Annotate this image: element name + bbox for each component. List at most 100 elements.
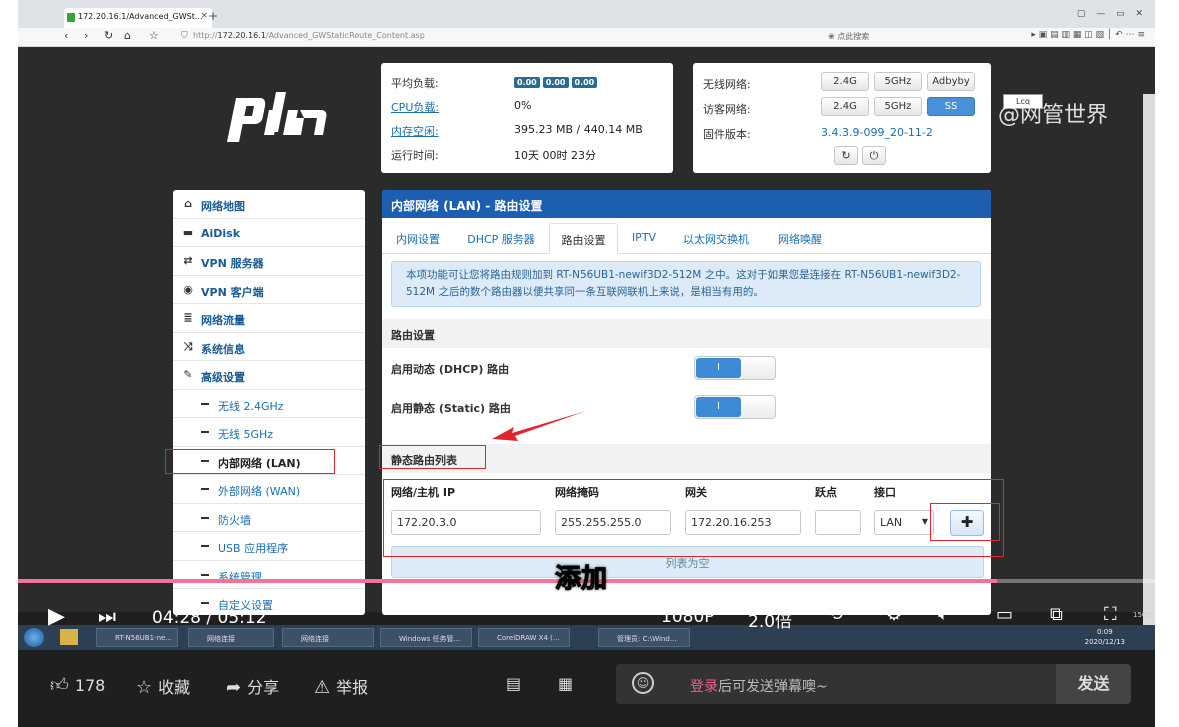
loop-icon[interactable]: ⟲ xyxy=(828,604,843,625)
clock-time: 0:09 xyxy=(1096,628,1113,636)
reload-icon[interactable]: ↻ xyxy=(104,29,113,42)
home-icon[interactable]: ⌂ xyxy=(124,29,131,42)
sidebar-item-traffic[interactable]: ≣ 网络流量 xyxy=(173,304,365,333)
tab-lan[interactable]: 内网设置 xyxy=(386,223,450,254)
highlight-box-add xyxy=(930,503,1000,541)
load-5min: 0.00 xyxy=(542,77,569,88)
wifi-24g-button[interactable]: 2.4G xyxy=(821,72,869,91)
firmware-label: 固件版本: xyxy=(703,128,751,141)
back-icon[interactable]: ‹ xyxy=(64,29,68,42)
taskbar-item-network1[interactable]: 网络连接 xyxy=(188,628,274,647)
sidebar-item-aidisk[interactable]: ▬ AiDisk xyxy=(173,219,365,247)
web-fullscreen-icon[interactable]: ⧉ xyxy=(1050,604,1063,625)
warning-icon: ⚠ xyxy=(314,677,331,698)
load-15min: 0.00 xyxy=(571,77,598,88)
volume-icon[interactable]: 🔈︎ xyxy=(938,604,949,625)
guest-5g-button[interactable]: 5GHz xyxy=(874,97,922,116)
firmware-value[interactable]: 3.4.3.9-099_20-11-2 xyxy=(821,126,933,139)
close-tab-icon[interactable]: × xyxy=(200,11,208,21)
dhcp-route-label: 启用动态 (DHCP) 路由 xyxy=(391,363,510,376)
danmaku-settings-icon[interactable]: ▦ xyxy=(558,674,573,693)
widescreen-icon[interactable]: ▭ xyxy=(996,604,1013,625)
sidebar-item-advanced[interactable]: ✎ 高级设置 xyxy=(173,361,365,390)
start-button[interactable] xyxy=(24,628,44,647)
danmaku-toggle-icon[interactable]: ▤ xyxy=(506,674,521,693)
taskbar-item-network2[interactable]: 网络连接 xyxy=(282,628,374,647)
browser-tab[interactable]: 172.20.16.1/Advanced_GWSt... × xyxy=(64,8,212,28)
fullscreen-icon[interactable]: ⛶ xyxy=(1104,604,1117,625)
cpu-link[interactable]: CPU负载: xyxy=(391,99,439,115)
play-icon[interactable]: ▶ xyxy=(48,604,65,629)
guest-24g-button[interactable]: 2.4G xyxy=(821,97,869,116)
thumbs-up-icon: 👍︎ xyxy=(50,675,69,696)
refresh-icon[interactable]: ↻ xyxy=(834,146,858,165)
danmaku-hint: 后可发送弹幕噢~ xyxy=(718,679,828,695)
share-button[interactable]: ➦ 分享 xyxy=(226,674,279,698)
like-count: 178 xyxy=(74,676,106,695)
tab-routing[interactable]: 路由设置 xyxy=(549,223,618,254)
report-button[interactable]: ⚠ 举报 xyxy=(314,674,368,698)
favorite-button[interactable]: ☆ 收藏 xyxy=(136,674,190,698)
wifi-5g-button[interactable]: 5GHz xyxy=(874,72,922,91)
taskbar-item-coreldraw[interactable]: CorelDRAW X4 (... xyxy=(478,628,570,647)
explorer-icon[interactable] xyxy=(60,629,78,645)
url-field[interactable]: http://172.20.16.1/Advanced_GWStaticRout… xyxy=(193,31,425,40)
globe-icon: ◉ xyxy=(183,282,193,296)
memory-link[interactable]: 内存空闲: xyxy=(391,123,439,139)
sidebar-sub-label: 防火墙 xyxy=(218,513,251,527)
sidebar-sub-wifi24[interactable]: 无线 2.4GHz xyxy=(173,390,365,418)
send-button[interactable]: 发送 xyxy=(1056,664,1131,704)
taskbar-item-browser[interactable]: RT-N56UB1-ne... xyxy=(96,628,178,647)
new-tab-icon[interactable]: + xyxy=(208,9,218,23)
sidebar-sub-usb[interactable]: USB 应用程序 xyxy=(173,532,365,561)
highlight-box-route-row xyxy=(383,479,1004,557)
highlight-box-static-list xyxy=(379,445,486,469)
time-sep: / xyxy=(206,608,213,628)
padavan-logo xyxy=(227,92,327,142)
forward-icon[interactable]: › xyxy=(84,29,88,42)
login-link[interactable]: 登录 xyxy=(690,679,718,695)
ss-button[interactable]: SS xyxy=(927,97,975,116)
sidebar-menu: ⌂ 网络地图 ▬ AiDisk ⇄ VPN 服务器 ◉ VPN 客户端 ≣ 网络流量 ⤨ 系… xyxy=(173,190,365,615)
dhcp-route-toggle[interactable]: I xyxy=(694,356,776,380)
static-route-toggle[interactable]: I xyxy=(694,395,776,419)
sidebar-sub-wan[interactable]: 外部网络 (WAN) xyxy=(173,475,365,504)
star-icon[interactable]: ☆ xyxy=(149,29,159,42)
search-box[interactable]: ❀ 点此搜索 xyxy=(828,31,869,42)
page-scrollbar[interactable] xyxy=(1143,94,1155,659)
sidebar-sub-wifi5[interactable]: 无线 5GHz xyxy=(173,418,365,447)
power-icon[interactable]: ⏻ xyxy=(862,146,886,165)
sidebar-item-network-map[interactable]: ⌂ 网络地图 xyxy=(173,190,365,219)
shield-icon: ⛉ xyxy=(181,31,188,41)
settings-icon[interactable]: ⚙ xyxy=(886,604,902,625)
emoji-icon[interactable]: ☺ xyxy=(632,672,654,694)
tab-dhcp[interactable]: DHCP 服务器 xyxy=(456,223,546,254)
danmaku-input[interactable]: ☺ 登录后可发送弹幕噢~ 发送 xyxy=(616,664,1131,704)
sidebar-sub-admin[interactable]: 系统管理 xyxy=(173,561,365,589)
tab-wol[interactable]: 网络唤醒 xyxy=(766,223,834,254)
sidebar-item-label: 网络地图 xyxy=(201,200,245,213)
browser-toolbar-icons[interactable]: ▸ ▣ ▤ ▥ ▦ ◫ ▧ │ ↶ ⋯ ≡ xyxy=(1031,30,1145,40)
highlight-box-lan xyxy=(165,449,335,474)
vpn-server-icon: ⇄ xyxy=(183,254,193,267)
video-action-bar: 👍︎ 178 ☆ 收藏 ➦ 分享 ⚠ 举报 ▤ ▦ ☺ 登录后可发送弹幕噢~ 发送 xyxy=(18,650,1155,727)
taskbar-clock[interactable]: 0:09 2020/12/13 xyxy=(1085,627,1125,647)
next-icon[interactable]: ⏭ xyxy=(98,604,116,628)
like-button[interactable]: 👍︎ 178 xyxy=(50,674,105,696)
memory-value: 395.23 MB / 440.14 MB xyxy=(514,123,643,136)
taskbar-item-cmd[interactable]: 管理员: C:\Wind... xyxy=(598,628,690,647)
sidebar-sub-firewall[interactable]: 防火墙 xyxy=(173,504,365,532)
window-controls[interactable]: ▢ — ▭ ✕ xyxy=(1077,9,1147,19)
adbyby-button[interactable]: Adbyby xyxy=(927,72,975,91)
sidebar-item-vpn-server[interactable]: ⇄ VPN 服务器 xyxy=(173,247,365,276)
quality-button[interactable]: 1080P xyxy=(661,607,715,627)
video-progress-fill xyxy=(18,579,997,583)
url-host: 172.20.16.1 xyxy=(217,31,266,40)
speed-button[interactable]: 2.0倍 xyxy=(748,607,792,632)
taskbar-item-taskmgr[interactable]: Windows 任务管... xyxy=(380,628,472,647)
tab-switch[interactable]: 以太网交换机 xyxy=(672,223,760,254)
sidebar-item-sysinfo[interactable]: ⤨ 系统信息 xyxy=(173,333,365,361)
danmaku-placeholder: 登录后可发送弹幕噢~ xyxy=(690,676,828,696)
sidebar-item-vpn-client[interactable]: ◉ VPN 客户端 xyxy=(173,276,365,304)
tab-iptv[interactable]: IPTV xyxy=(622,223,666,254)
